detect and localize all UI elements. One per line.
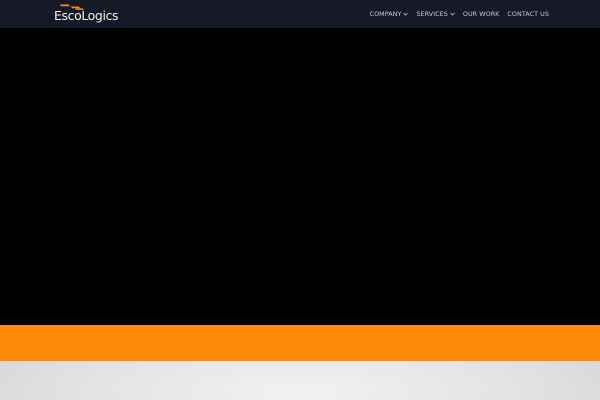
site-logo[interactable]: EscoLogics [54,4,119,24]
nav-item-label: COMPANY [369,10,402,18]
page: EscoLogics COMPANY SERVICES OUR WORK CON… [0,0,600,400]
nav-item-label: CONTACT US [507,10,549,18]
site-header: EscoLogics COMPANY SERVICES OUR WORK CON… [0,0,600,28]
nav-item-our-work[interactable]: OUR WORK [463,10,500,18]
chevron-down-icon [403,12,409,16]
nav-item-contact-us[interactable]: CONTACT US [507,10,549,18]
nav-item-services[interactable]: SERVICES [416,10,455,18]
hero-section [0,28,600,325]
content-section [0,361,600,400]
logo-text: EscoLogics [54,8,119,23]
main-nav: COMPANY SERVICES OUR WORK CONTACT US [370,9,549,19]
nav-item-company[interactable]: COMPANY [370,10,409,18]
accent-band [0,325,600,361]
chevron-down-icon [450,12,455,16]
nav-item-label: OUR WORK [462,10,500,18]
nav-item-label: SERVICES [416,10,448,18]
